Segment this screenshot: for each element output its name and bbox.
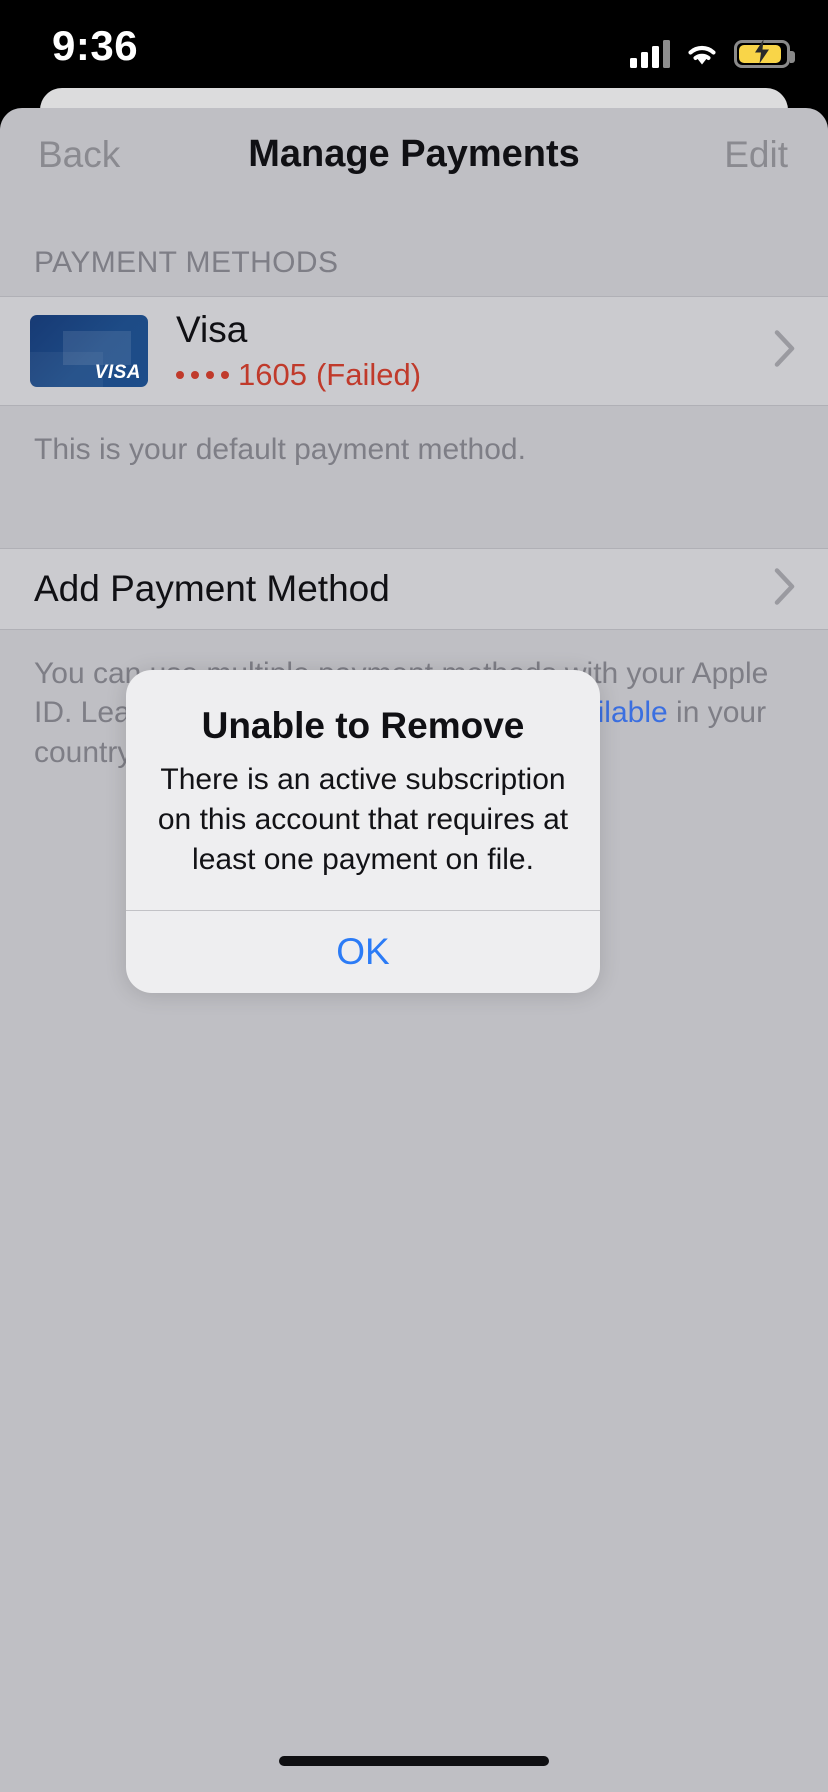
home-indicator bbox=[279, 1756, 549, 1766]
visa-wordmark: VISA bbox=[94, 362, 141, 383]
status-bar-indicators bbox=[630, 28, 795, 68]
add-payment-method-row[interactable]: Add Payment Method bbox=[0, 547, 828, 630]
card-failed-status-label: (Failed) bbox=[315, 357, 422, 393]
payment-method-text-group: Visa 1605 (Failed) bbox=[176, 309, 421, 394]
status-bar: 9:36 bbox=[0, 0, 828, 96]
add-payment-method-label: Add Payment Method bbox=[34, 567, 390, 609]
navigation-bar: Back Manage Payments Edit bbox=[0, 108, 828, 200]
card-mask-dots-icon bbox=[176, 371, 229, 380]
chevron-right-icon bbox=[774, 330, 796, 373]
card-brand-label: Visa bbox=[176, 308, 248, 350]
alert-body: Unable to Remove There is an active subs… bbox=[126, 670, 600, 910]
unable-to-remove-alert: Unable to Remove There is an active subs… bbox=[126, 670, 600, 994]
battery-charging-icon bbox=[734, 39, 795, 68]
phone-screen: 9:36 Back Manage Payments Edit PAYMENT M… bbox=[0, 0, 828, 1792]
card-last4-label: 1605 bbox=[238, 357, 307, 393]
payment-method-row-visa[interactable]: VISA Visa 1605 (Failed) bbox=[0, 296, 828, 406]
status-bar-time: 9:36 bbox=[52, 22, 139, 69]
default-payment-note: This is your default payment method. bbox=[34, 433, 526, 466]
visa-card-art-icon: VISA bbox=[30, 315, 148, 387]
wifi-icon bbox=[684, 40, 720, 68]
cellular-bars-icon bbox=[630, 38, 670, 68]
alert-message: There is an active subscription on this … bbox=[157, 763, 569, 877]
card-status-line: 1605 (Failed) bbox=[176, 357, 421, 393]
edit-button[interactable]: Edit bbox=[724, 134, 788, 176]
alert-ok-button[interactable]: OK bbox=[126, 911, 600, 993]
payment-methods-section-header: PAYMENT METHODS bbox=[34, 246, 339, 279]
alert-title: Unable to Remove bbox=[201, 705, 525, 746]
page-title: Manage Payments bbox=[248, 133, 580, 175]
chevron-right-icon bbox=[774, 567, 796, 610]
